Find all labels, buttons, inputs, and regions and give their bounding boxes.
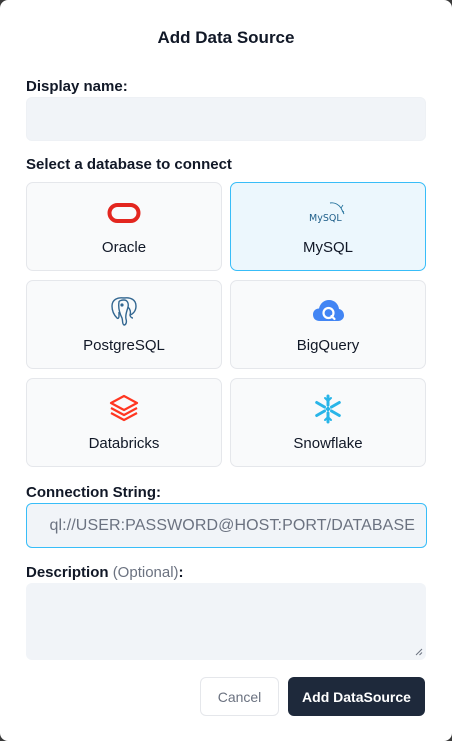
add-datasource-button[interactable]: Add DataSource xyxy=(288,677,425,716)
description-label-text: Description xyxy=(26,564,109,581)
database-name: PostgreSQL xyxy=(83,337,165,354)
connection-string-input[interactable]: ql://USER:PASSWORD@HOST:PORT/DATABASE xyxy=(26,503,427,548)
description-label: Description (Optional): xyxy=(26,564,184,581)
database-tile-postgresql[interactable]: PostgreSQL xyxy=(26,280,222,369)
database-tile-bigquery[interactable]: BigQuery xyxy=(230,280,426,369)
dialog-title: Add Data Source xyxy=(157,28,295,47)
database-name: Snowflake xyxy=(293,435,363,452)
select-database-label: Select a database to connect xyxy=(26,156,232,173)
description-textarea[interactable] xyxy=(26,583,426,660)
postgresql-icon xyxy=(27,293,221,329)
database-tile-databricks[interactable]: Databricks xyxy=(26,378,222,467)
oracle-icon xyxy=(27,195,221,231)
database-name: BigQuery xyxy=(296,337,360,354)
cancel-button[interactable]: Cancel xyxy=(200,677,279,716)
mysql-icon: MySQL xyxy=(231,195,425,231)
snowflake-icon xyxy=(231,391,425,427)
database-tile-mysql[interactable]: MySQL MySQL xyxy=(230,182,426,271)
add-data-source-dialog: Add Data Source Display name: Select a d… xyxy=(0,0,452,741)
optional-hint: (Optional) xyxy=(112,564,179,581)
bigquery-icon xyxy=(231,293,425,329)
display-name-input[interactable] xyxy=(26,97,426,141)
connection-string-placeholder: ql://USER:PASSWORD@HOST:PORT/DATABASE xyxy=(49,517,415,534)
database-tile-snowflake[interactable]: Snowflake xyxy=(230,378,426,467)
description-label-colon: : xyxy=(178,564,184,581)
database-name: Databricks xyxy=(88,435,160,452)
databricks-icon xyxy=(27,391,221,427)
connection-string-label: Connection String: xyxy=(26,484,161,501)
database-tile-oracle[interactable]: Oracle xyxy=(26,182,222,271)
mysql-logo-text: MySQL xyxy=(309,213,342,224)
resize-handle-icon[interactable] xyxy=(414,647,423,656)
database-name: MySQL xyxy=(302,239,353,256)
display-name-label: Display name: xyxy=(26,78,128,95)
database-name: Oracle xyxy=(101,239,147,256)
